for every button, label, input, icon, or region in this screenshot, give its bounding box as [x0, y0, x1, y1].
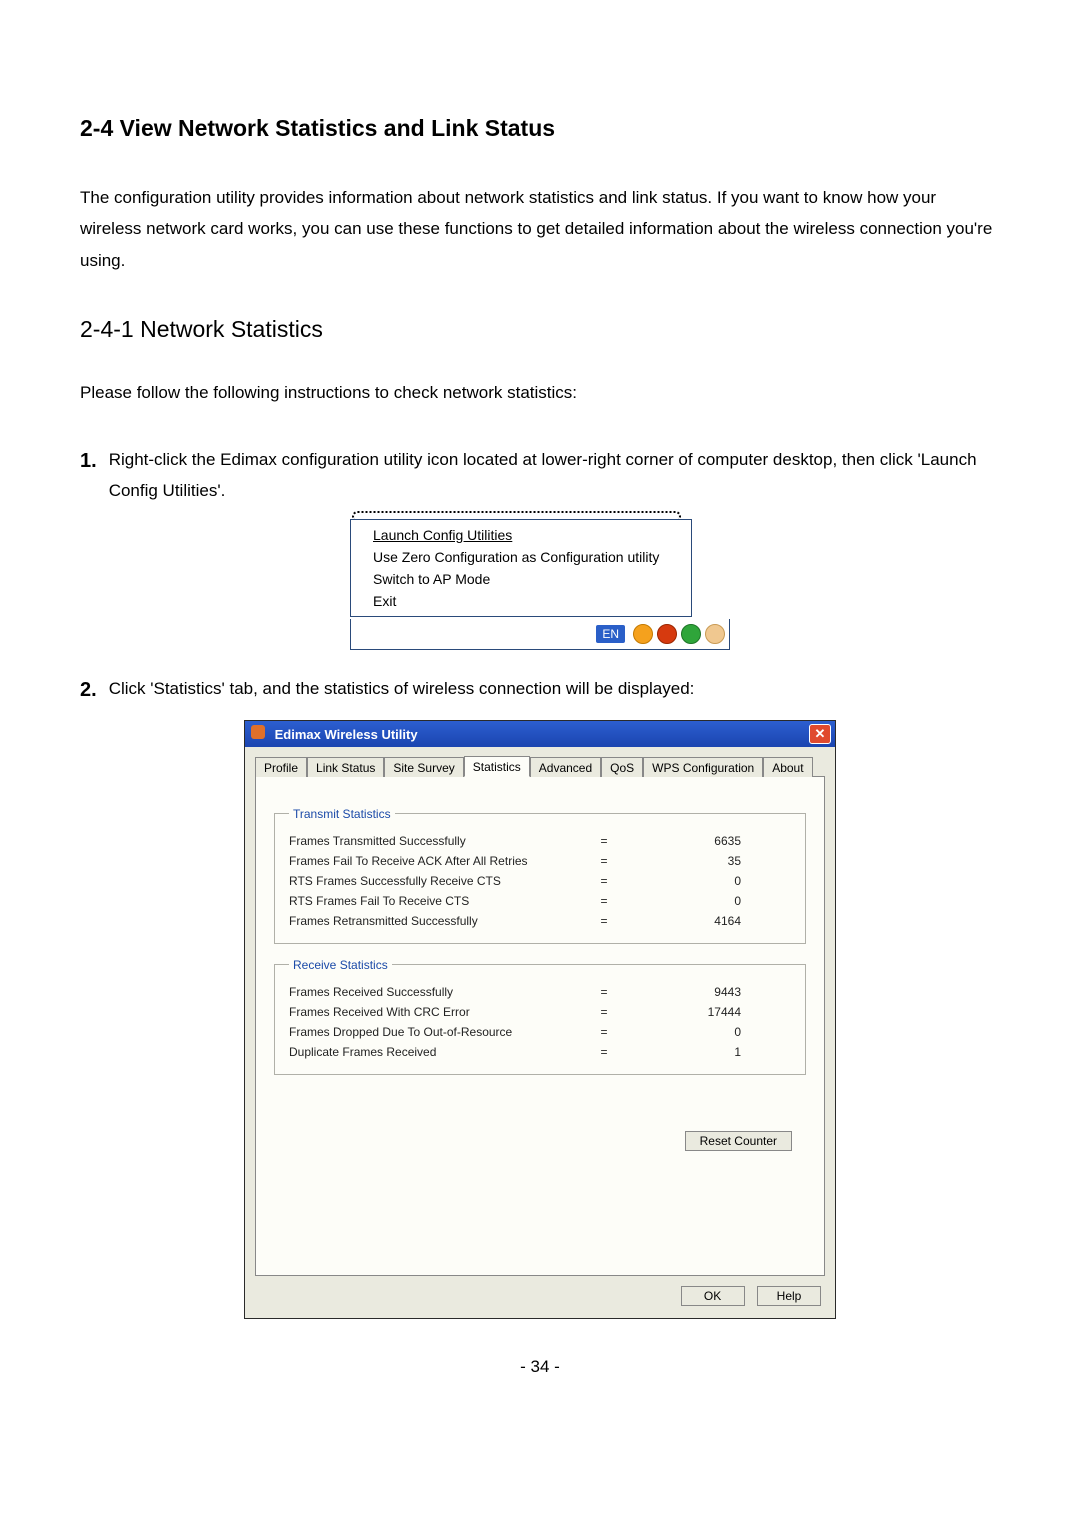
equals-sign: =	[589, 985, 619, 999]
reset-area: Reset Counter	[274, 1131, 806, 1151]
language-indicator[interactable]: EN	[596, 625, 625, 643]
tray-misc-icon[interactable]	[705, 624, 725, 644]
equals-sign: =	[589, 1025, 619, 1039]
equals-sign: =	[589, 854, 619, 868]
equals-sign: =	[589, 1005, 619, 1019]
equals-sign: =	[589, 894, 619, 908]
window-title: Edimax Wireless Utility	[275, 727, 418, 742]
client-area: Profile Link Status Site Survey Statisti…	[245, 747, 835, 1318]
system-tray: EN	[350, 619, 730, 650]
reset-counter-button[interactable]: Reset Counter	[685, 1131, 792, 1151]
page-number: - 34 -	[80, 1357, 1000, 1377]
ok-button[interactable]: OK	[681, 1286, 745, 1306]
stat-label: Frames Fail To Receive ACK After All Ret…	[289, 854, 589, 868]
tab-profile[interactable]: Profile	[255, 757, 307, 777]
stat-row: Frames Transmitted Successfully = 6635	[289, 831, 791, 851]
step-2-number: 2.	[80, 672, 97, 708]
tab-about[interactable]: About	[763, 757, 812, 777]
tray-network-icon[interactable]	[681, 624, 701, 644]
receive-statistics-group: Receive Statistics Frames Received Succe…	[274, 958, 806, 1075]
app-window: Edimax Wireless Utility ✕ Profile Link S…	[244, 720, 836, 1319]
stat-row: Duplicate Frames Received = 1	[289, 1042, 791, 1062]
tab-body: Transmit Statistics Frames Transmitted S…	[255, 777, 825, 1276]
stat-label: RTS Frames Fail To Receive CTS	[289, 894, 589, 908]
intro-paragraph: The configuration utility provides infor…	[80, 182, 1000, 276]
stat-label: Frames Dropped Due To Out-of-Resource	[289, 1025, 589, 1039]
step-2-text: Click 'Statistics' tab, and the statisti…	[109, 672, 1000, 705]
menu-item-switch-ap[interactable]: Switch to AP Mode	[351, 568, 691, 590]
tab-advanced[interactable]: Advanced	[530, 757, 601, 777]
lead-instruction: Please follow the following instructions…	[80, 383, 1000, 403]
step-2: 2. Click 'Statistics' tab, and the stati…	[80, 672, 1000, 708]
stat-row: Frames Received Successfully = 9443	[289, 982, 791, 1002]
stat-label: RTS Frames Successfully Receive CTS	[289, 874, 589, 888]
tray-shield-icon[interactable]	[633, 624, 653, 644]
equals-sign: =	[589, 914, 619, 928]
step-1: 1. Right-click the Edimax configuration …	[80, 443, 1000, 506]
equals-sign: =	[589, 1045, 619, 1059]
stat-value: 4164	[619, 914, 791, 928]
equals-sign: =	[589, 834, 619, 848]
menu-item-launch-config[interactable]: Launch Config Utilities	[351, 524, 691, 546]
menu-item-zero-config[interactable]: Use Zero Configuration as Configuration …	[351, 546, 691, 568]
context-menu-figure: Launch Config Utilities Use Zero Configu…	[350, 519, 730, 650]
app-icon	[251, 725, 265, 739]
stat-label: Frames Received Successfully	[289, 985, 589, 999]
menu-item-exit[interactable]: Exit	[351, 590, 691, 612]
equals-sign: =	[589, 874, 619, 888]
step-1-text: Right-click the Edimax configuration uti…	[109, 443, 1000, 506]
stat-value: 1	[619, 1045, 791, 1059]
tab-site-survey[interactable]: Site Survey	[384, 757, 463, 777]
stat-value: 17444	[619, 1005, 791, 1019]
stat-value: 0	[619, 874, 791, 888]
tab-link-status[interactable]: Link Status	[307, 757, 384, 777]
stat-label: Frames Received With CRC Error	[289, 1005, 589, 1019]
transmit-statistics-group: Transmit Statistics Frames Transmitted S…	[274, 807, 806, 944]
stat-row: Frames Retransmitted Successfully = 4164	[289, 911, 791, 931]
tray-app-icon[interactable]	[657, 624, 677, 644]
stat-value: 0	[619, 1025, 791, 1039]
section-heading: 2-4 View Network Statistics and Link Sta…	[80, 115, 1000, 142]
tab-wps-configuration[interactable]: WPS Configuration	[643, 757, 763, 777]
stat-value: 35	[619, 854, 791, 868]
transmit-legend: Transmit Statistics	[289, 807, 395, 821]
stat-row: RTS Frames Successfully Receive CTS = 0	[289, 871, 791, 891]
stat-label: Frames Transmitted Successfully	[289, 834, 589, 848]
context-menu: Launch Config Utilities Use Zero Configu…	[350, 519, 692, 617]
stat-label: Duplicate Frames Received	[289, 1045, 589, 1059]
stat-row: Frames Dropped Due To Out-of-Resource = …	[289, 1022, 791, 1042]
stat-row: Frames Received With CRC Error = 17444	[289, 1002, 791, 1022]
stat-row: Frames Fail To Receive ACK After All Ret…	[289, 851, 791, 871]
stat-row: RTS Frames Fail To Receive CTS = 0	[289, 891, 791, 911]
stat-value: 9443	[619, 985, 791, 999]
stat-value: 0	[619, 894, 791, 908]
title-bar: Edimax Wireless Utility ✕	[245, 721, 835, 747]
tab-bar: Profile Link Status Site Survey Statisti…	[255, 755, 825, 777]
subsection-heading: 2-4-1 Network Statistics	[80, 316, 1000, 343]
close-button[interactable]: ✕	[809, 724, 831, 744]
tab-statistics[interactable]: Statistics	[464, 756, 530, 777]
stat-value: 6635	[619, 834, 791, 848]
receive-legend: Receive Statistics	[289, 958, 392, 972]
dialog-buttons: OK Help	[255, 1276, 825, 1306]
stat-label: Frames Retransmitted Successfully	[289, 914, 589, 928]
step-1-number: 1.	[80, 443, 97, 479]
tab-qos[interactable]: QoS	[601, 757, 643, 777]
close-icon: ✕	[815, 726, 826, 742]
help-button[interactable]: Help	[757, 1286, 821, 1306]
